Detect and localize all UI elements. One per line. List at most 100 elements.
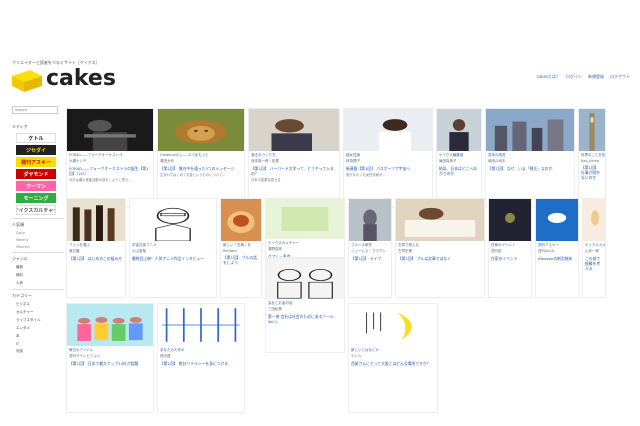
article-title-link[interactable]: 結局、日本はどこへ向かうのか — [437, 165, 481, 177]
article-series-link[interactable]: 作家のイベント — [489, 241, 531, 248]
article-card[interactable]: 作家のイベント 週刊誌 作家のイベント — [488, 198, 532, 298]
category-lifestyle[interactable]: ライフスタイル — [16, 318, 64, 323]
article-thumbnail[interactable] — [437, 109, 481, 151]
article-series-link[interactable]: 超女性論 — [344, 151, 432, 158]
article-series-link[interactable]: ケイクスカルチャー — [266, 239, 344, 246]
article-series-link[interactable]: Continue(C)――ネコをもっと — [158, 151, 244, 158]
article-title-link[interactable]: 【第1回】 なぜ、いま「貧乏」なのか — [486, 165, 574, 172]
article-thumbnail[interactable] — [349, 199, 391, 241]
article-thumbnail[interactable] — [249, 109, 339, 151]
article-title-link[interactable]: 第一巻 会社は社会のためにあるツール Vol.1 — [266, 313, 344, 325]
article-card[interactable]: ケイクスカルチャー山本一郎この前で経験を考える — [582, 198, 606, 298]
article-card[interactable]: 文章で考える 古賀史健 【第1回】 ブルは文章ではなく — [395, 198, 485, 298]
media-badge[interactable]: ケトル — [16, 133, 56, 143]
article-card[interactable]: 超女性論 林真理子 新連載【第1回】 パスポーツで宇宙へ 旅行なかった女性作家が… — [343, 108, 433, 208]
article-series-link[interactable]: 新しいとはなにか — [349, 346, 437, 353]
ranking-weekly[interactable]: Weekly — [16, 238, 64, 242]
ranking-monthly[interactable]: Monthly — [16, 245, 64, 249]
article-thumbnail[interactable] — [221, 199, 261, 241]
article-card[interactable]: 週刊アスキー 週刊ASCII Amazonの新型端末 — [535, 198, 579, 298]
article-series-link[interactable]: 漫才のつくり方 — [249, 151, 339, 158]
register-link[interactable]: 新規登録 — [588, 74, 604, 80]
article-series-link[interactable]: FOR40――フォークオーケストラ — [67, 151, 153, 158]
article-thumbnail[interactable] — [489, 199, 531, 241]
category-entertainment[interactable]: エンタメ — [16, 326, 64, 331]
article-title-link[interactable]: 【第1回】 はじめるこの組み方 — [67, 255, 125, 262]
media-badge[interactable]: ダヤモンド — [16, 169, 56, 179]
category-it[interactable]: IT — [16, 342, 64, 346]
article-card[interactable]: Continue(C)――ネコをもっと 湯田大作 【第1回】 僕の中を通った3つのメ… — [157, 108, 245, 208]
article-title-link[interactable]: FOR40――フォークオーケストラの誕生【第1回】（2/2） — [67, 165, 153, 177]
media-badge[interactable]: モーニング — [16, 193, 56, 203]
article-thumbnail[interactable] — [579, 109, 605, 151]
article-thumbnail[interactable] — [158, 304, 244, 346]
about-link[interactable]: cakesとは？ — [537, 74, 560, 80]
category-talk[interactable]: 対談 — [16, 349, 64, 354]
article-series-link[interactable]: 宇宙兄弟アニメ — [130, 241, 216, 248]
article-card[interactable]: ワインを選ぶ 渡辺隆 【第1回】 はじめるこの組み方 — [66, 198, 126, 298]
article-title-link[interactable]: 【第1回】 僕の中を通った3つのメッセージ — [158, 165, 244, 172]
article-title-link[interactable]: 【第1回】 日本で最大アップ14社が話題 — [67, 360, 153, 367]
category-business[interactable]: ビジネス — [16, 302, 64, 307]
article-thumbnail[interactable] — [67, 109, 153, 151]
article-title-link[interactable]: 【第1回】 ライブ — [349, 255, 391, 262]
article-thumbnail[interactable] — [349, 304, 437, 346]
article-card[interactable]: 毎日のアイドル 週刊ザテレビジョン 【第1回】 日本で最大アップ14社が話題 — [66, 303, 154, 413]
genre-free[interactable]: 無料 — [16, 273, 64, 278]
site-logo[interactable]: cakes — [12, 66, 124, 94]
article-thumbnail[interactable] — [130, 199, 216, 241]
article-series-link[interactable]: ブルース研究 — [349, 241, 391, 248]
article-title-link[interactable]: 【第1回】 ハーバード大学って、どうやって入るの？ — [249, 165, 339, 177]
article-card[interactable]: 新しい「古典」を Rentaro 【第1回】 ブルの話をしよう — [220, 198, 262, 298]
article-title-link[interactable]: 【第1回】 ブルの話をしよう — [221, 254, 261, 266]
article-card[interactable]: 世界のことを知るKay_Koma【第1回】 仕事が続かないのか — [578, 108, 606, 208]
media-badge[interactable]: 週刊アスキー — [16, 157, 56, 167]
media-badge[interactable]: ウーマン — [16, 181, 56, 191]
article-title-link[interactable]: Amazonの新型端末 — [536, 255, 578, 262]
article-series-link[interactable]: 週末の読書 — [486, 151, 574, 158]
article-thumbnail[interactable] — [396, 199, 484, 241]
article-thumbnail[interactable] — [583, 199, 605, 241]
article-series-link[interactable]: ケイクスカルチャー — [583, 241, 605, 248]
article-series-link[interactable]: 文章で考える — [396, 241, 484, 248]
article-series-link[interactable]: 新しい「古典」を — [221, 241, 261, 248]
article-thumbnail[interactable] — [158, 109, 244, 151]
article-title-link[interactable]: 【第1回】 統計リテラシーを身につける — [158, 360, 244, 367]
article-card[interactable]: 新しいとはなにか ケトル 西尾さんにとって大阪とはどんな場所ですか？ — [348, 303, 438, 413]
article-series-link[interactable]: 世界のことを知る — [579, 151, 605, 158]
article-title-link[interactable]: 作家のイベント — [489, 255, 531, 262]
search-input[interactable] — [12, 106, 58, 114]
article-card[interactable]: あなたのための 西内啓 【第1回】 統計リテラシーを身につける — [157, 303, 245, 413]
article-series-link[interactable]: ワインを選ぶ — [67, 241, 125, 248]
article-series-link[interactable]: あなたのための — [158, 346, 244, 353]
article-card[interactable]: FOR40――フォークオーケストラ 大槻ケンヂ FOR40――フォークオーケストラの… — [66, 108, 154, 208]
login-link[interactable]: ログイン — [566, 74, 582, 80]
article-thumbnail[interactable] — [67, 199, 125, 241]
article-card[interactable]: 週末の読書 岡田斗司夫 【第1回】 なぜ、いま「貧乏」なのか — [485, 108, 575, 208]
category-culture[interactable]: カルチャー — [16, 310, 64, 315]
ranking-daily[interactable]: Daily — [16, 231, 64, 235]
article-title-link[interactable]: 最終回上映！人気アニメ作品インタビュー — [130, 255, 216, 262]
article-card[interactable]: 宇宙兄弟アニメ 小山宙哉 最終回上映！人気アニメ作品インタビュー — [129, 198, 217, 298]
article-series-link[interactable]: 会社とお金の話 — [266, 299, 344, 306]
article-card[interactable]: ブルース研究 ジェームス・ブラウン 【第1回】 ライブ — [348, 198, 392, 298]
article-thumbnail[interactable] — [536, 199, 578, 241]
article-card[interactable]: ケイクス編集部 篠田真貴子 結局、日本はどこへ向かうのか — [436, 108, 482, 208]
media-badge[interactable]: ケイクスカルチャー — [16, 205, 56, 215]
article-title-link[interactable]: 【第1回】 仕事が続かないのか — [579, 164, 605, 181]
article-series-link[interactable]: ケイクス編集部 — [437, 151, 481, 158]
article-thumbnail[interactable] — [486, 109, 574, 151]
article-thumbnail[interactable] — [266, 199, 344, 239]
article-title-link[interactable]: この前で経験を考える — [583, 255, 605, 272]
category-books[interactable]: 本 — [16, 334, 64, 339]
article-title-link[interactable]: 西尾さんにとって大阪とはどんな場所ですか？ — [349, 360, 437, 367]
article-title-link[interactable]: 新連載【第1回】 パスポーツで宇宙へ — [344, 165, 432, 172]
media-badge[interactable]: ジセダイ — [16, 145, 56, 155]
article-title-link[interactable]: 【第1回】 ブルは文章ではなく — [396, 255, 484, 262]
article-card[interactable]: 漫才のつくり方 西本雄一郎・松尾 【第1回】 ハーバード大学って、どうやって入るの？… — [248, 108, 340, 208]
genre-latest[interactable]: 最新 — [16, 265, 64, 270]
article-series-link[interactable]: 毎日のアイドル — [67, 346, 153, 353]
article-card[interactable]: 会社とお金の話 三田紀房 第一巻 会社は社会のためにあるツール Vol.1 — [265, 258, 345, 353]
logout-link[interactable]: ログアウト — [610, 74, 630, 80]
article-thumbnail[interactable] — [67, 304, 153, 346]
